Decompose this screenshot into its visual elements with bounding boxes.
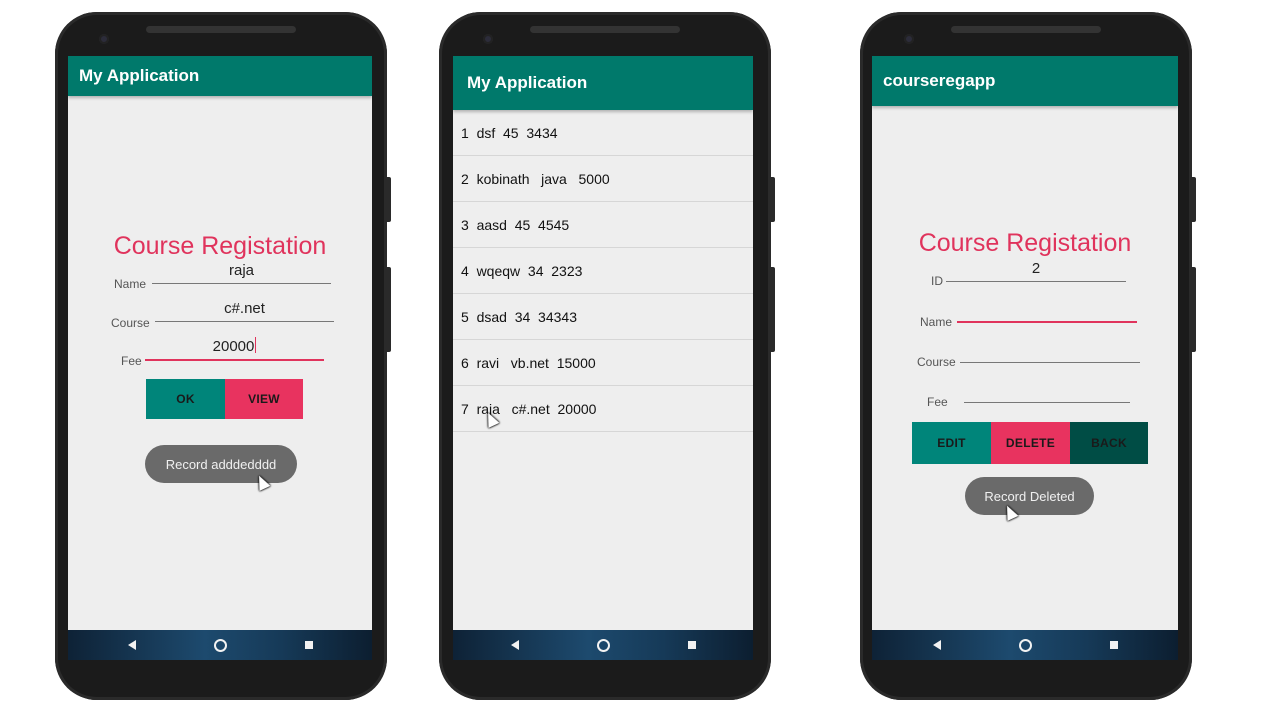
volume-button <box>1192 267 1196 352</box>
nav-back-icon[interactable] <box>932 640 941 650</box>
nav-recents-icon[interactable] <box>687 641 696 649</box>
nav-home-icon[interactable] <box>596 638 610 652</box>
name-input[interactable] <box>957 299 1137 323</box>
system-nav-bar <box>872 630 1178 660</box>
list-item[interactable]: 1 dsf 45 3434 <box>453 110 753 156</box>
course-label: Course <box>111 316 150 330</box>
edit-button[interactable]: EDIT <box>912 422 991 464</box>
phone-frame-1: My Application Course Registation Name r… <box>55 12 391 700</box>
fee-value: 20000 <box>212 338 255 355</box>
form-title: Course Registation <box>918 229 1132 257</box>
front-camera <box>99 34 109 44</box>
app-title: My Application <box>79 66 200 85</box>
back-button[interactable]: BACK <box>1070 422 1148 464</box>
list-item[interactable]: 4 wqeqw 34 2323 <box>453 248 753 294</box>
nav-back-icon[interactable] <box>510 640 519 650</box>
fee-label: Fee <box>121 354 142 368</box>
nav-home-icon[interactable] <box>213 638 227 652</box>
nav-recents-icon[interactable] <box>304 641 313 649</box>
delete-button[interactable]: DELETE <box>991 422 1070 464</box>
list-item[interactable]: 6 ravi vb.net 15000 <box>453 340 753 386</box>
name-label: Name <box>920 315 953 329</box>
volume-button <box>771 267 775 352</box>
system-nav-bar <box>68 630 372 660</box>
list-item[interactable]: 7 raja c#.net 20000 <box>453 386 753 432</box>
screen-2: My Application 1 dsf 45 3434 2 kobinath … <box>453 56 753 630</box>
list-item[interactable]: 5 dsad 34 34343 <box>453 294 753 340</box>
app-title: courseregapp <box>883 71 996 90</box>
volume-button <box>387 267 391 352</box>
nav-home-icon[interactable] <box>1018 638 1032 652</box>
list-item[interactable]: 2 kobinath java 5000 <box>453 156 753 202</box>
course-input[interactable]: c#.net <box>155 299 334 322</box>
phone-frame-2: My Application 1 dsf 45 3434 2 kobinath … <box>439 12 775 700</box>
earpiece-speaker <box>951 26 1101 33</box>
form-title: Course Registation <box>113 232 327 260</box>
phone-frame-3: courseregapp Course Registation ID 2 Nam… <box>860 12 1196 700</box>
list-item[interactable]: 3 aasd 45 4545 <box>453 202 753 248</box>
screen-3: courseregapp Course Registation ID 2 Nam… <box>872 56 1178 630</box>
name-input[interactable]: raja <box>152 261 331 284</box>
screen-1: My Application Course Registation Name r… <box>68 56 372 630</box>
fee-input[interactable] <box>964 380 1130 403</box>
app-bar: courseregapp <box>872 56 1178 106</box>
toast-message: Record Deleted <box>965 477 1094 515</box>
nav-recents-icon[interactable] <box>1109 641 1118 649</box>
id-input[interactable]: 2 <box>946 259 1126 282</box>
fee-input[interactable]: 20000 <box>145 337 324 361</box>
name-value: raja <box>228 262 254 279</box>
earpiece-speaker <box>146 26 296 33</box>
power-button <box>771 177 775 222</box>
app-bar: My Application <box>453 56 753 110</box>
front-camera <box>483 34 493 44</box>
id-label: ID <box>931 274 943 288</box>
power-button <box>387 177 391 222</box>
app-title: My Application <box>467 73 588 92</box>
nav-back-icon[interactable] <box>127 640 136 650</box>
earpiece-speaker <box>530 26 680 33</box>
id-value: 2 <box>1031 260 1041 277</box>
name-label: Name <box>114 277 147 291</box>
toast-message: Record adddedddd <box>145 445 297 483</box>
view-button[interactable]: VIEW <box>225 379 303 419</box>
fee-label: Fee <box>927 395 948 409</box>
course-value: c#.net <box>224 300 265 317</box>
front-camera <box>904 34 914 44</box>
app-bar: My Application <box>68 56 372 96</box>
system-nav-bar <box>453 630 753 660</box>
course-label: Course <box>917 355 956 369</box>
ok-button[interactable]: OK <box>146 379 225 419</box>
course-input[interactable] <box>960 340 1140 363</box>
text-caret <box>255 337 257 353</box>
power-button <box>1192 177 1196 222</box>
